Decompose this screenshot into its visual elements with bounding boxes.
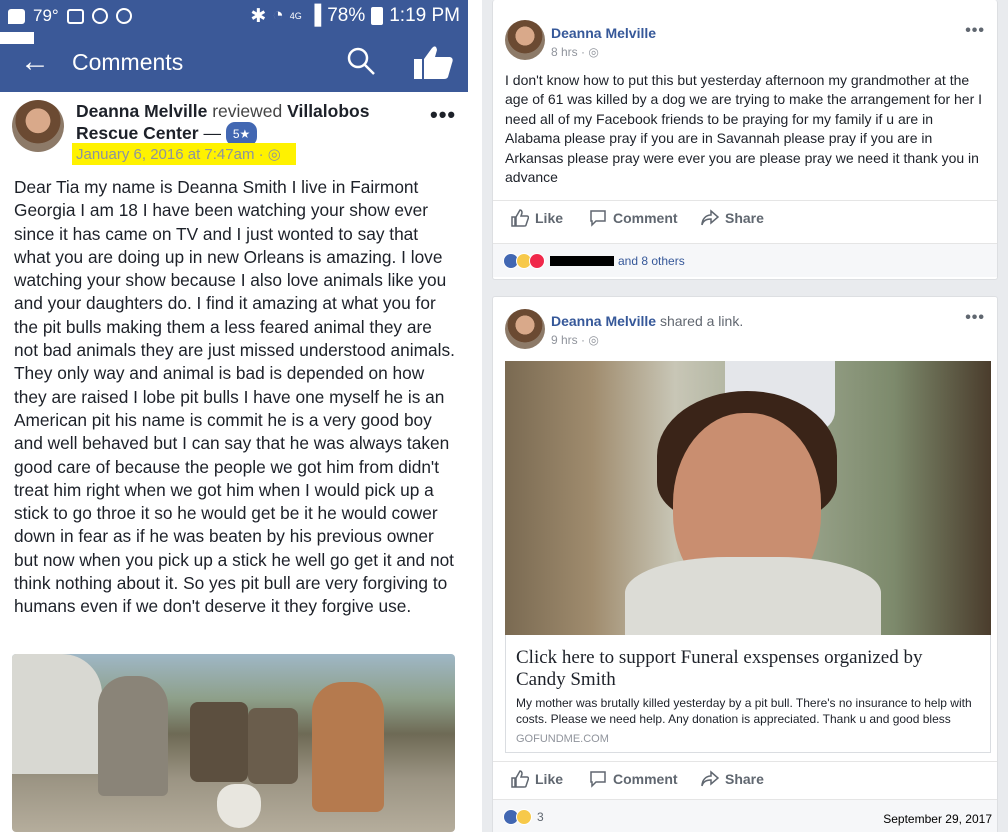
network-type: 4G: [289, 11, 302, 21]
page-title: Comments: [72, 48, 184, 75]
back-arrow-icon[interactable]: ←: [20, 45, 60, 79]
comment-label: Comment: [613, 771, 678, 787]
photo-pit-bull: [312, 682, 384, 812]
thumbs-up-icon[interactable]: [412, 44, 454, 80]
photo-wolf-dog: [98, 676, 168, 796]
page-name-line2[interactable]: Rescue Center: [76, 123, 199, 143]
share-icon: [701, 209, 719, 226]
share-icon: [701, 770, 719, 787]
love-reaction-icon: [529, 252, 545, 269]
like-button[interactable]: Like: [511, 209, 563, 227]
instagram-icon-2: [115, 8, 132, 24]
photo-shirt: [625, 557, 881, 635]
share-button[interactable]: Share: [701, 209, 764, 227]
post-time[interactable]: 8 hrs · ◎: [551, 45, 599, 59]
date-text: January 6, 2016 at 7:47am ·: [76, 146, 264, 163]
wifi-icon: ◔: [272, 5, 284, 26]
like-label: Like: [535, 771, 564, 787]
post-card-1: Deanna Melville 8 hrs · ◎ ••• I don't kn…: [492, 0, 998, 280]
share-label: Share: [725, 771, 764, 787]
clock: 1:19 PM: [389, 5, 460, 26]
link-title[interactable]: Click here to support Funeral exspenses …: [516, 647, 976, 690]
photo-skull: [217, 784, 261, 828]
shared-text: shared a link.: [659, 313, 744, 329]
link-preview[interactable]: Click here to support Funeral exspenses …: [505, 635, 991, 753]
reactions-others[interactable]: and 8 others: [618, 254, 685, 268]
post-text: I don't know how to put this but yesterd…: [505, 72, 983, 186]
post-card-2: Deanna Melville shared a link. 9 hrs · ◎…: [492, 296, 998, 832]
page-name[interactable]: Villalobos: [287, 101, 369, 121]
post-time-text: 9 hrs ·: [551, 333, 586, 347]
comment-icon: [590, 210, 606, 227]
dash: —: [203, 123, 221, 143]
post-actions: Like Comment Share: [493, 200, 997, 236]
avatar[interactable]: [505, 309, 545, 349]
battery-icon: [371, 7, 384, 25]
mobile-screenshot: 79° ✱ ◔ 4G ▐ 78% 1:19 PM ← Comments Dean…: [0, 0, 468, 832]
like-label: Like: [535, 210, 564, 226]
globe-icon: ◎: [267, 146, 281, 163]
avatar[interactable]: [12, 100, 64, 152]
photo-tent: [12, 654, 102, 774]
review-photo[interactable]: [12, 654, 455, 832]
avatar[interactable]: [505, 20, 545, 60]
post-time-text: 8 hrs ·: [551, 45, 586, 59]
sad-reaction-icon: [516, 808, 532, 825]
battery-percent: 78%: [327, 5, 366, 26]
share-button[interactable]: Share: [701, 770, 764, 788]
like-icon: [511, 209, 529, 227]
author-name[interactable]: Deanna Melville: [76, 101, 207, 121]
instagram-icon: [91, 8, 108, 24]
comment-button[interactable]: Comment: [589, 770, 678, 788]
comment-icon: [590, 771, 606, 788]
divider: [468, 0, 482, 832]
comment-label: Comment: [613, 210, 678, 226]
bluetooth-icon: ✱: [250, 5, 267, 27]
photo-stump: [190, 702, 248, 782]
post-actions: Like Comment Share: [493, 761, 997, 797]
link-description: My mother was brutally killed yesterday …: [516, 696, 972, 726]
comment-button[interactable]: Comment: [589, 209, 678, 227]
status-bar: 79° ✱ ◔ 4G ▐ 78% 1:19 PM: [0, 0, 468, 32]
author-name[interactable]: Deanna Melville: [551, 313, 656, 329]
gallery-icon: [66, 8, 84, 24]
comments-header: ← Comments: [0, 32, 468, 92]
signal-icon: ▐: [307, 5, 322, 26]
message-icon: [8, 8, 25, 24]
more-options-icon[interactable]: •••: [430, 102, 456, 128]
link-preview-image[interactable]: [505, 361, 991, 635]
link-source: GOFUNDME.COM: [516, 733, 609, 745]
post-header: Deanna Melville shared a link.: [551, 313, 743, 329]
author-name[interactable]: Deanna Melville: [551, 25, 656, 41]
review-verb: reviewed: [212, 101, 283, 121]
temperature: 79°: [33, 6, 59, 25]
more-options-icon[interactable]: •••: [965, 22, 985, 40]
photo-stump-2: [248, 708, 298, 784]
like-button[interactable]: Like: [511, 770, 563, 788]
redaction-strip: [0, 32, 34, 44]
review-text: Dear Tia my name is Deanna Smith I live …: [14, 177, 455, 617]
review-date[interactable]: January 6, 2016 at 7:47am · ◎: [72, 143, 296, 165]
review-header: Deanna Melville reviewed Villalobos Resc…: [76, 100, 446, 147]
post-time[interactable]: 9 hrs · ◎: [551, 333, 599, 347]
share-label: Share: [725, 210, 764, 226]
desktop-screenshot: Deanna Melville 8 hrs · ◎ ••• I don't kn…: [482, 0, 1008, 832]
search-icon[interactable]: [346, 46, 376, 76]
globe-icon: ◎: [588, 333, 599, 347]
date-stamp: September 29, 2017: [883, 812, 992, 826]
like-icon: [511, 770, 529, 788]
redacted-name: [550, 255, 614, 266]
globe-icon: ◎: [588, 45, 599, 59]
more-options-icon[interactable]: •••: [965, 309, 985, 327]
reactions-count: 3: [537, 809, 544, 824]
reactions-bar[interactable]: and 8 others: [493, 243, 997, 277]
